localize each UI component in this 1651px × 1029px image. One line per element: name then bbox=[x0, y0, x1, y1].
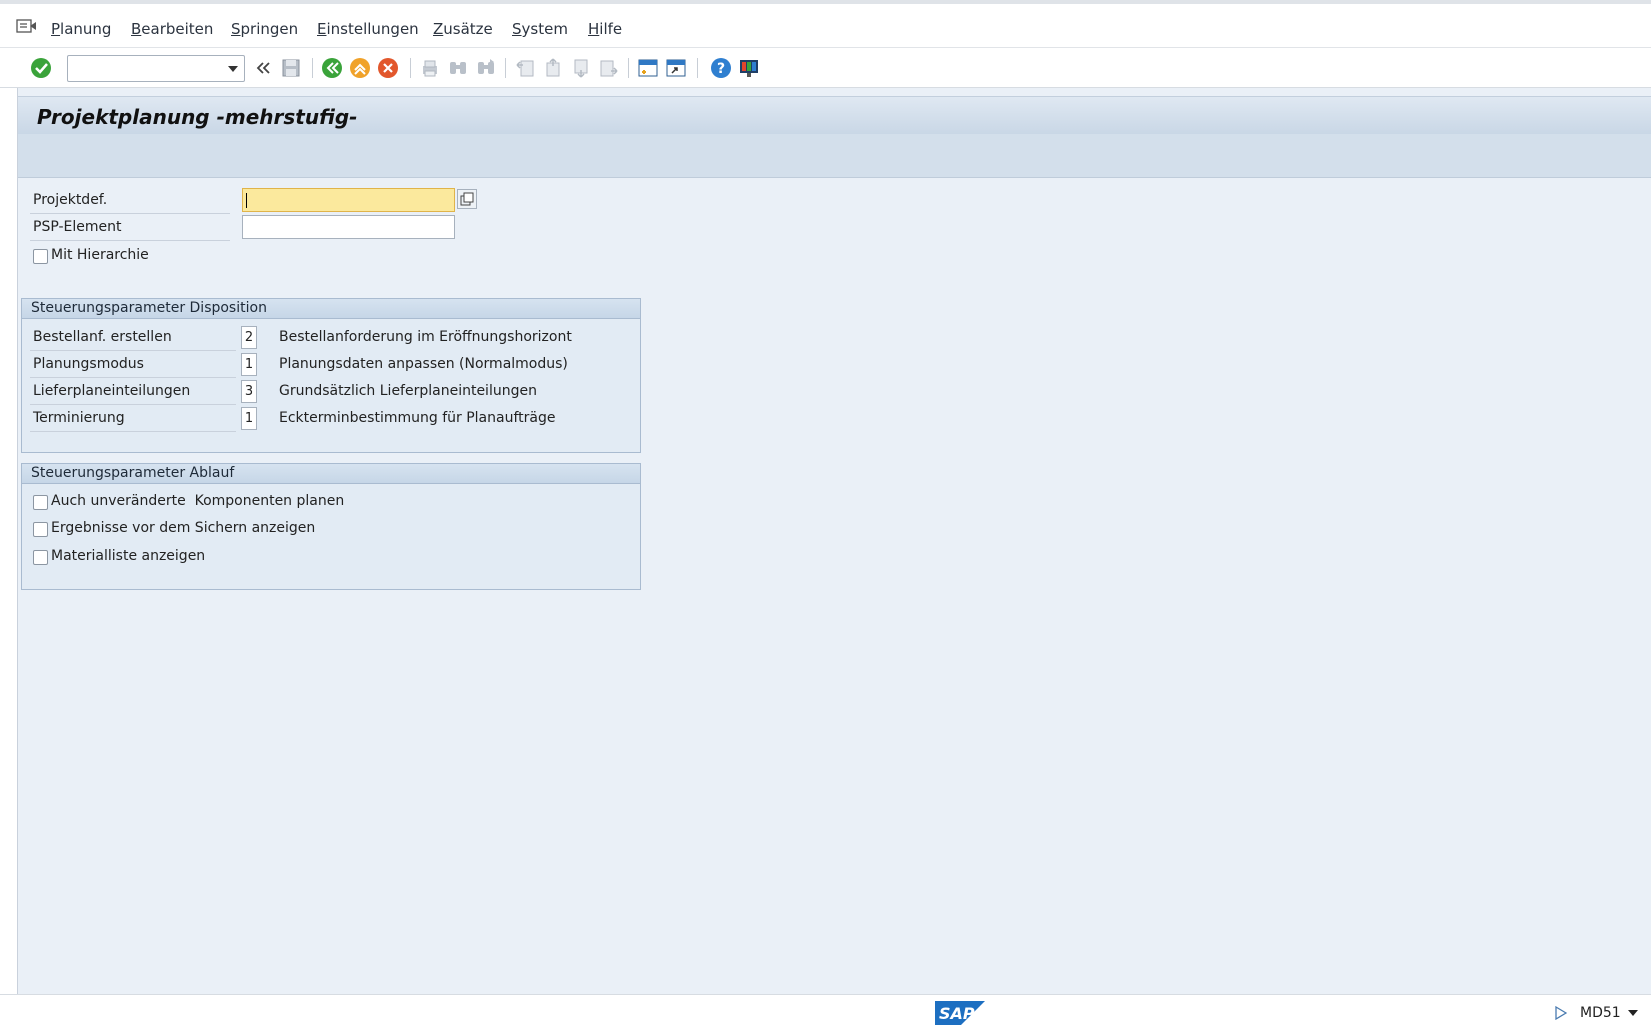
application-toolbar bbox=[18, 134, 1651, 178]
projektdef-label: Projektdef. bbox=[33, 192, 108, 208]
menu-planung[interactable]: Planung bbox=[51, 20, 111, 38]
label-underline bbox=[30, 377, 236, 378]
last-page-icon[interactable] bbox=[597, 56, 621, 80]
prev-page-icon[interactable] bbox=[541, 56, 565, 80]
shortcut-icon[interactable] bbox=[664, 56, 688, 80]
group-ablauf: Steuerungsparameter Ablauf Auch unveränd… bbox=[21, 463, 641, 590]
menu-bearbeiten[interactable]: Bearbeiten bbox=[131, 20, 213, 38]
new-session-icon[interactable] bbox=[636, 56, 660, 80]
command-field[interactable] bbox=[67, 55, 245, 82]
menu-bar: Planung Bearbeiten Springen Einstellunge… bbox=[0, 4, 1651, 48]
exit-icon[interactable] bbox=[348, 56, 372, 80]
back-double-icon[interactable] bbox=[251, 56, 275, 80]
next-page-icon[interactable] bbox=[569, 56, 593, 80]
status-bar: SAP MD51 bbox=[0, 994, 1651, 1029]
planungsmodus-description: Planungsdaten anpassen (Normalmodus) bbox=[279, 356, 568, 372]
chevron-down-icon[interactable] bbox=[228, 66, 238, 72]
toolbar-separator bbox=[312, 58, 313, 78]
menu-system[interactable]: System bbox=[512, 20, 568, 38]
label-underline bbox=[30, 240, 230, 241]
title-bar: Projektplanung -mehrstufig- bbox=[18, 96, 1651, 134]
bestellanf-description: Bestellanforderung im Eröffnungshorizont bbox=[279, 329, 572, 345]
ergebnisse-label: Ergebnisse vor dem Sichern anzeigen bbox=[51, 520, 316, 536]
sap-logo: SAP bbox=[935, 1001, 985, 1025]
group-disposition-header: Steuerungsparameter Disposition bbox=[22, 299, 640, 319]
toolbar-separator bbox=[628, 58, 629, 78]
materialliste-label: Materialliste anzeigen bbox=[51, 548, 206, 564]
planungsmodus-value[interactable]: 1 bbox=[241, 353, 257, 376]
help-icon[interactable]: ? bbox=[709, 56, 733, 80]
chevron-down-icon[interactable] bbox=[1628, 1010, 1638, 1016]
check-icon[interactable] bbox=[29, 56, 53, 80]
auch-unveraenderte-label: Auch unveränderte Komponenten planen bbox=[51, 493, 345, 509]
bestellanf-value[interactable]: 2 bbox=[241, 326, 257, 349]
group-ablauf-header: Steuerungsparameter Ablauf bbox=[22, 464, 640, 484]
find-icon[interactable] bbox=[446, 56, 470, 80]
main-area: Projektplanung -mehrstufig- Projektdef. … bbox=[17, 88, 1651, 994]
group-disposition: Steuerungsparameter Disposition Bestella… bbox=[21, 298, 641, 453]
planungsmodus-label: Planungsmodus bbox=[33, 356, 144, 372]
toolbar-separator bbox=[505, 58, 506, 78]
toolbar-separator bbox=[697, 58, 698, 78]
ergebnisse-checkbox[interactable] bbox=[33, 522, 48, 537]
lieferplan-value[interactable]: 3 bbox=[241, 380, 257, 403]
lieferplan-label: Lieferplaneinteilungen bbox=[33, 383, 191, 399]
page-title: Projektplanung -mehrstufig- bbox=[37, 105, 358, 129]
menu-einstellungen[interactable]: Einstellungen bbox=[317, 20, 419, 38]
text-cursor bbox=[246, 193, 247, 208]
customize-layout-icon[interactable] bbox=[737, 56, 761, 80]
terminierung-description: Eckterminbestimmung für Planaufträge bbox=[279, 410, 556, 426]
toolbar-separator bbox=[410, 58, 411, 78]
play-arrow-icon[interactable] bbox=[1555, 1005, 1568, 1021]
transaction-code: MD51 bbox=[1580, 1005, 1621, 1021]
print-icon[interactable] bbox=[418, 56, 442, 80]
menu-springen[interactable]: Springen bbox=[231, 20, 298, 38]
mit-hierarchie-checkbox[interactable] bbox=[33, 249, 48, 264]
label-underline bbox=[30, 350, 236, 351]
projektdef-field[interactable] bbox=[242, 188, 455, 212]
cancel-icon[interactable] bbox=[376, 56, 400, 80]
label-underline bbox=[30, 213, 230, 214]
label-underline bbox=[30, 404, 236, 405]
lieferplan-description: Grundsätzlich Lieferplaneinteilungen bbox=[279, 383, 537, 399]
terminierung-label: Terminierung bbox=[33, 410, 125, 426]
find-next-icon[interactable] bbox=[474, 56, 498, 80]
group-disposition-title: Steuerungsparameter Disposition bbox=[31, 300, 267, 316]
menu-hilfe[interactable]: Hilfe bbox=[588, 20, 622, 38]
first-page-icon[interactable] bbox=[513, 56, 537, 80]
save-icon[interactable] bbox=[279, 56, 303, 80]
menu-zusaetze[interactable]: Zusätze bbox=[433, 20, 493, 38]
materialliste-checkbox[interactable] bbox=[33, 550, 48, 565]
psp-element-field[interactable] bbox=[242, 215, 455, 239]
psp-element-label: PSP-Element bbox=[33, 219, 122, 235]
back-icon[interactable] bbox=[320, 56, 344, 80]
bestellanf-label: Bestellanf. erstellen bbox=[33, 329, 172, 345]
label-underline bbox=[30, 431, 236, 432]
group-ablauf-title: Steuerungsparameter Ablauf bbox=[31, 465, 235, 481]
menu-list-icon[interactable] bbox=[16, 18, 38, 36]
terminierung-value[interactable]: 1 bbox=[241, 407, 257, 430]
svg-text:?: ? bbox=[717, 61, 725, 77]
standard-toolbar: ? bbox=[0, 48, 1651, 88]
svg-text:SAP: SAP bbox=[939, 1004, 975, 1023]
auch-unveraenderte-checkbox[interactable] bbox=[33, 495, 48, 510]
mit-hierarchie-label: Mit Hierarchie bbox=[51, 247, 149, 263]
value-help-icon[interactable] bbox=[457, 189, 477, 209]
